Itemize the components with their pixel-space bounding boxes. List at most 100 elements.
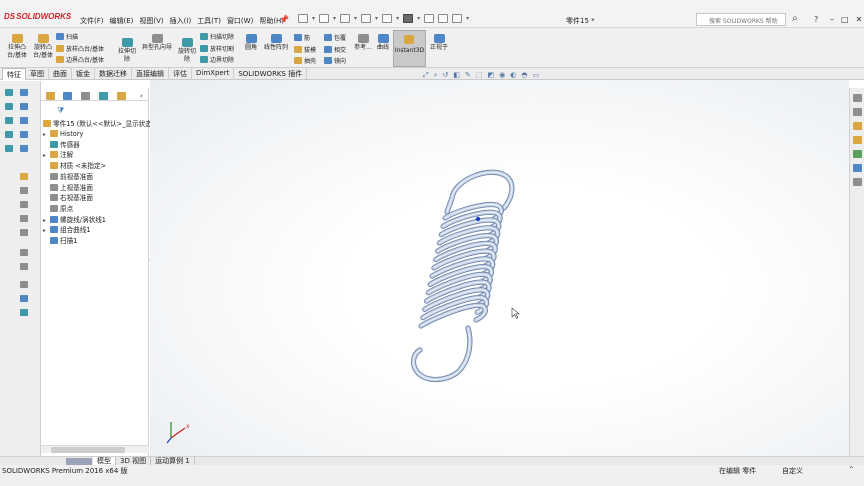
tree-item[interactable]: ▸ 组合曲线1 — [43, 226, 91, 235]
save-icon[interactable] — [340, 14, 351, 23]
smart-dimension-icon[interactable] — [20, 89, 28, 96]
edit-appearance-icon[interactable]: ◐ — [510, 71, 516, 80]
fillet-button[interactable]: 圆角 — [242, 34, 260, 52]
chevron-down-icon[interactable]: ▾ — [375, 15, 378, 22]
minimize-icon[interactable]: – — [830, 15, 834, 24]
tree-item[interactable]: 材质 <未指定> — [43, 162, 106, 171]
wrap-button[interactable]: 包覆 — [324, 34, 346, 43]
graphics-area[interactable] — [150, 80, 849, 457]
expand-arrow-icon[interactable]: ▸ — [43, 130, 50, 139]
tab-sheet-metal[interactable]: 钣金 — [72, 68, 95, 80]
reference-geometry-button[interactable]: 参考... — [352, 34, 374, 52]
shaded-icon[interactable] — [20, 309, 28, 316]
tab-navigation-arrows[interactable] — [66, 458, 92, 465]
sweep-cut-button[interactable]: 扫描切除 — [200, 33, 234, 42]
design-library-icon[interactable] — [853, 108, 862, 116]
search-input[interactable]: 搜索 SOLIDWORKS 帮助 — [696, 13, 786, 26]
configuration-tab-icon[interactable] — [81, 92, 90, 100]
expand-arrow-icon[interactable]: ▸ — [43, 216, 50, 225]
apply-scene-icon[interactable]: ◓ — [521, 71, 527, 80]
scrollbar-thumb[interactable] — [51, 447, 125, 453]
menu-view[interactable]: 视图(V) — [139, 16, 163, 26]
measure-icon[interactable] — [20, 249, 28, 256]
boundary-boss-button[interactable]: 边界凸台/基体 — [56, 56, 104, 65]
mirror-button[interactable]: 镜向 — [324, 57, 346, 66]
boundary-cut-button[interactable]: 边界切除 — [200, 56, 234, 65]
tree-item[interactable]: 扫描1 — [43, 237, 77, 246]
view-icon[interactable] — [20, 281, 28, 288]
select-pointer-icon[interactable] — [403, 14, 414, 23]
tree-item[interactable]: 传感器 — [43, 140, 80, 150]
loft-cut-button[interactable]: 放样切割 — [200, 45, 234, 54]
tree-item[interactable]: 原点 — [43, 204, 73, 214]
help-icon[interactable]: ? — [814, 15, 818, 24]
draft-button[interactable]: 拔模 — [294, 46, 316, 55]
expand-arrow-icon[interactable]: ▸ — [43, 226, 50, 235]
resources-home-icon[interactable] — [853, 94, 862, 102]
loft-boss-button[interactable]: 放样凸台/基体 — [56, 45, 104, 54]
offset-icon[interactable] — [20, 145, 28, 152]
revolve-cut-button[interactable]: 旋转切 除 — [175, 38, 199, 64]
chevron-down-icon[interactable]: ▾ — [396, 15, 399, 22]
appearances-icon[interactable] — [853, 150, 862, 158]
hide-show-icon[interactable]: ◉ — [499, 71, 505, 80]
rebuild-icon[interactable] — [424, 14, 435, 23]
wireframe-icon[interactable] — [20, 295, 28, 302]
pin-icon[interactable]: 📌 — [279, 15, 289, 24]
menu-edit[interactable]: 编辑(E) — [110, 16, 134, 26]
line-icon[interactable] — [5, 103, 13, 110]
linear-pattern-button[interactable]: 线性阵列 — [260, 34, 292, 52]
chevron-down-icon[interactable]: ▾ — [466, 15, 469, 22]
chevron-down-icon[interactable]: ▾ — [354, 15, 357, 22]
spring-model[interactable] — [150, 80, 849, 457]
rib-button[interactable]: 筋 — [294, 34, 310, 43]
mass-properties-icon[interactable] — [20, 263, 28, 270]
filter-icon[interactable]: ⧩ — [57, 106, 64, 116]
axis-icon[interactable] — [20, 215, 28, 222]
view-palette-icon[interactable] — [853, 136, 862, 144]
expand-arrow-icon[interactable]: ▸ — [43, 151, 50, 160]
tree-item[interactable]: ▸ 螺旋线/涡状线1 — [43, 215, 106, 225]
hole-wizard-button[interactable]: 异型孔向导 — [139, 34, 175, 52]
coordinate-system-icon[interactable] — [20, 229, 28, 236]
file-properties-icon[interactable] — [438, 14, 449, 23]
sketch-icon[interactable] — [5, 89, 13, 96]
tab-sketch[interactable]: 草图 — [26, 68, 49, 80]
section-view-icon[interactable]: ◧ — [453, 71, 460, 80]
spring-bottom-hook[interactable] — [410, 325, 473, 383]
custom-properties-icon[interactable] — [853, 164, 862, 172]
app-logo[interactable]: DSSOLIDWORKS — [4, 12, 71, 21]
display-style-icon[interactable]: ◩ — [488, 71, 495, 80]
tab-surfaces[interactable]: 曲面 — [49, 68, 72, 80]
view-settings-icon[interactable]: ▭ — [532, 71, 539, 80]
revolve-icon[interactable] — [20, 187, 28, 194]
plane-icon[interactable] — [20, 201, 28, 208]
feature-tree-tab-icon[interactable] — [46, 92, 55, 100]
chevron-down-icon[interactable]: ▾ — [417, 15, 420, 22]
chevron-right-icon[interactable]: › — [140, 92, 143, 100]
options-gear-icon[interactable] — [452, 14, 463, 23]
forum-icon[interactable] — [853, 178, 862, 186]
menu-window[interactable]: 窗口(W) — [227, 16, 253, 26]
status-options-icon[interactable]: ⌃ — [848, 465, 855, 474]
intersect-button[interactable]: 相交 — [324, 46, 346, 55]
tab-evaluate[interactable]: 评估 — [169, 68, 192, 80]
revolve-boss-button[interactable]: 旋转凸 台/基体 — [30, 34, 56, 60]
tab-dimxpert[interactable]: DimXpert — [192, 68, 235, 80]
undo-icon[interactable] — [382, 14, 393, 23]
menu-file[interactable]: 文件(F) — [80, 16, 104, 26]
chevron-down-icon[interactable]: ▾ — [333, 15, 336, 22]
new-document-icon[interactable] — [298, 14, 308, 23]
tab-addins[interactable]: SOLIDWORKS 插件 — [234, 68, 308, 80]
spline-icon[interactable] — [5, 131, 13, 138]
tree-horizontal-scrollbar[interactable] — [41, 445, 149, 453]
trim-icon[interactable] — [5, 145, 13, 152]
tab-data-migration[interactable]: 数据迁移 — [95, 68, 132, 80]
arc-icon[interactable] — [20, 117, 28, 124]
shell-button[interactable]: 抽壳 — [294, 57, 316, 66]
unit-system-selector[interactable]: 自定义 — [782, 466, 803, 476]
property-manager-tab-icon[interactable] — [63, 92, 72, 100]
dimxpert-tab-icon[interactable] — [99, 92, 108, 100]
dynamic-annotation-icon[interactable]: ✎ — [465, 71, 471, 80]
chevron-down-icon[interactable]: ▾ — [312, 15, 315, 22]
